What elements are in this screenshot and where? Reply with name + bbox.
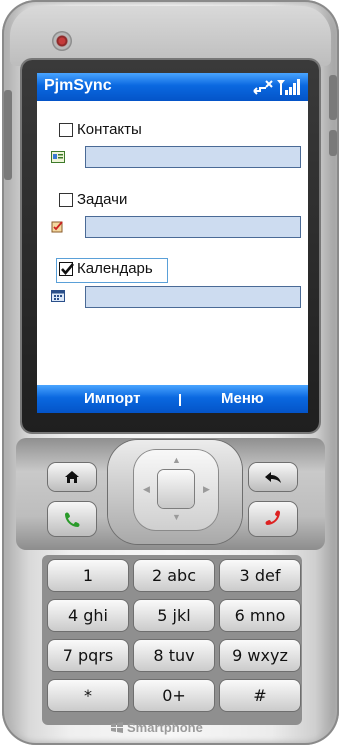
app-title: PjmSync bbox=[44, 77, 112, 94]
key-7[interactable]: 7 pqrs bbox=[48, 640, 128, 671]
camera-icon bbox=[52, 31, 72, 51]
key-3[interactable]: 3 def bbox=[220, 560, 300, 591]
key-9[interactable]: 9 wxyz bbox=[220, 640, 300, 671]
key-4[interactable]: 4 ghi bbox=[48, 600, 128, 631]
key-6[interactable]: 6 mno bbox=[220, 600, 300, 631]
call-icon bbox=[65, 512, 80, 527]
end-call-button[interactable] bbox=[249, 502, 297, 536]
side-button-left[interactable] bbox=[4, 90, 12, 180]
tasks-icon bbox=[51, 221, 63, 233]
back-button[interactable] bbox=[249, 463, 297, 491]
side-button-right-lower[interactable] bbox=[329, 130, 337, 156]
contacts-checkbox[interactable] bbox=[59, 123, 73, 137]
key-0[interactable]: 0+ bbox=[134, 680, 214, 711]
tasks-field[interactable] bbox=[85, 216, 301, 238]
tasks-checkbox[interactable] bbox=[59, 193, 73, 207]
key-2[interactable]: 2 abc bbox=[134, 560, 214, 591]
title-bar: PjmSync bbox=[37, 73, 308, 101]
end-call-icon bbox=[265, 510, 280, 525]
softkey-separator bbox=[179, 394, 181, 406]
key-5[interactable]: 5 jkl bbox=[134, 600, 214, 631]
windows-logo-icon bbox=[111, 722, 123, 733]
dpad-up-icon[interactable]: ▲ bbox=[172, 456, 181, 465]
key-1[interactable]: 1 bbox=[48, 560, 128, 591]
brand-label: Smartphone bbox=[127, 720, 203, 735]
calendar-icon bbox=[51, 290, 65, 302]
key-star[interactable]: * bbox=[48, 680, 128, 711]
key-8[interactable]: 8 tuv bbox=[134, 640, 214, 671]
dpad-right-icon[interactable]: ▶ bbox=[203, 485, 210, 494]
call-button[interactable] bbox=[48, 502, 96, 536]
home-button[interactable] bbox=[48, 463, 96, 491]
dpad-left-icon[interactable]: ◀ bbox=[143, 485, 150, 494]
status-icons bbox=[252, 78, 302, 96]
side-button-right[interactable] bbox=[329, 75, 337, 120]
tasks-label: Задачи bbox=[77, 191, 128, 208]
dpad-center-button[interactable] bbox=[158, 470, 194, 508]
contacts-icon bbox=[51, 151, 65, 163]
connection-icon bbox=[253, 80, 273, 95]
softkey-right-menu[interactable]: Меню bbox=[221, 390, 264, 407]
softkey-bar: Импорт Меню bbox=[37, 385, 308, 413]
contacts-label: Контакты bbox=[77, 121, 142, 138]
calendar-checkbox[interactable] bbox=[59, 262, 74, 276]
back-arrow-icon bbox=[265, 472, 281, 483]
calendar-label: Календарь bbox=[77, 260, 153, 277]
checkmark-icon bbox=[61, 263, 74, 276]
dpad-down-icon[interactable]: ▼ bbox=[172, 513, 181, 522]
signal-icon bbox=[277, 79, 300, 95]
home-icon bbox=[65, 471, 79, 483]
key-hash[interactable]: # bbox=[220, 680, 300, 711]
softkey-left-import[interactable]: Импорт bbox=[84, 390, 140, 407]
contacts-field[interactable] bbox=[85, 146, 301, 168]
device-screen: PjmSync Контакты Задачи Календарь Импорт… bbox=[37, 73, 308, 413]
calendar-field[interactable] bbox=[85, 286, 301, 308]
